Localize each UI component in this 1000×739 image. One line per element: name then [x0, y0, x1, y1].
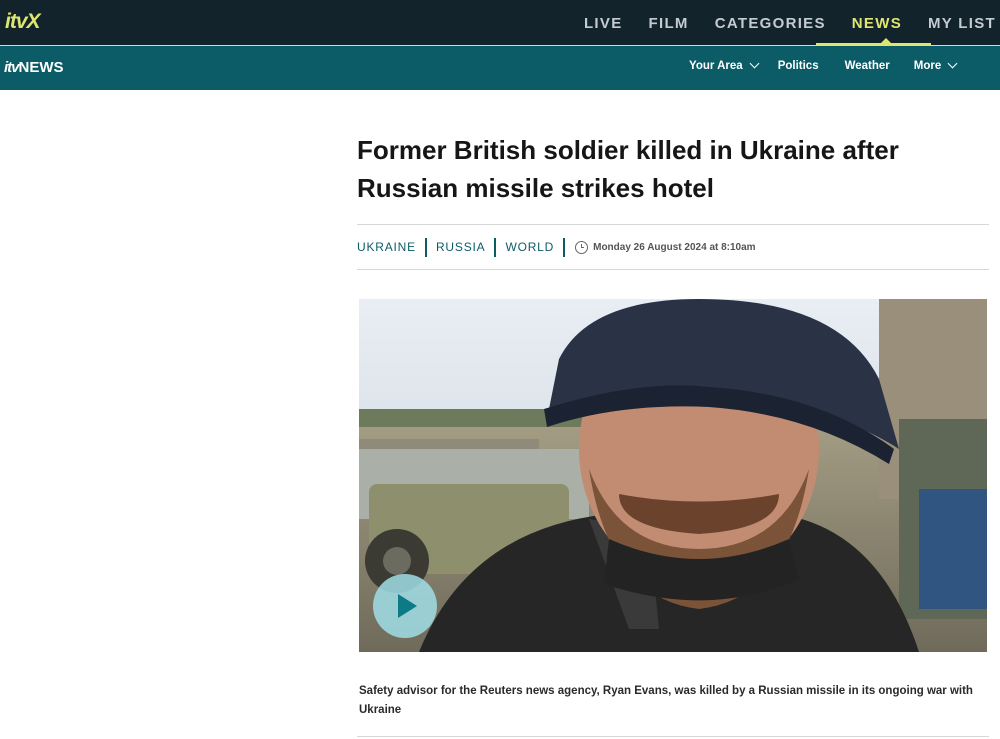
subnav-weather[interactable]: Weather — [845, 60, 890, 72]
article-video-thumbnail[interactable] — [359, 299, 987, 652]
article-timestamp: Monday 26 August 2024 at 8:10am — [593, 241, 756, 253]
itvx-logo[interactable]: itvX — [5, 10, 41, 34]
itv-news-logo[interactable]: itvNEWS — [4, 59, 64, 76]
chevron-down-icon — [749, 58, 760, 69]
nav-my-list[interactable]: MY LIST — [928, 15, 996, 32]
subnav-more-label: More — [913, 60, 942, 72]
news-subnav: Your Area Politics Weather More — [689, 58, 958, 72]
chevron-down-icon — [947, 58, 958, 69]
clock-icon — [575, 240, 589, 254]
tag-divider — [563, 237, 566, 257]
subnav-more[interactable]: More — [913, 58, 958, 72]
nav-film[interactable]: FILM — [649, 15, 689, 32]
top-nav-bar: itvX LIVE FILM CATEGORIES NEWS MY LIST — [0, 0, 1000, 46]
tag-divider — [424, 237, 427, 257]
itv-news-logo-news: NEWS — [18, 59, 64, 76]
article-headline: Former British soldier killed in Ukraine… — [357, 135, 899, 203]
active-tab-notch — [878, 38, 894, 46]
soldier-photo — [359, 299, 987, 652]
subnav-your-area-label: Your Area — [689, 60, 743, 72]
photo-caption: Safety advisor for the Reuters news agen… — [359, 685, 973, 716]
itv-news-logo-itv: itv — [4, 59, 19, 76]
tag-ukraine[interactable]: UKRAINE — [357, 240, 416, 254]
nav-live[interactable]: LIVE — [584, 15, 623, 32]
nav-news[interactable]: NEWS — [852, 15, 902, 32]
subnav-politics[interactable]: Politics — [778, 60, 819, 72]
article-meta: UKRAINE RUSSIA WORLD Monday 26 August 20… — [357, 224, 989, 270]
tag-russia[interactable]: RUSSIA — [436, 240, 485, 254]
play-icon[interactable] — [373, 574, 437, 638]
subnav-your-area[interactable]: Your Area — [689, 58, 760, 72]
divider — [357, 736, 989, 737]
news-nav-bar: itvNEWS Your Area Politics Weather More — [0, 46, 1000, 90]
nav-categories[interactable]: CATEGORIES — [715, 15, 826, 32]
tag-divider — [494, 237, 497, 257]
tag-world[interactable]: WORLD — [505, 240, 554, 254]
primary-nav: LIVE FILM CATEGORIES NEWS MY LIST — [558, 0, 1000, 46]
